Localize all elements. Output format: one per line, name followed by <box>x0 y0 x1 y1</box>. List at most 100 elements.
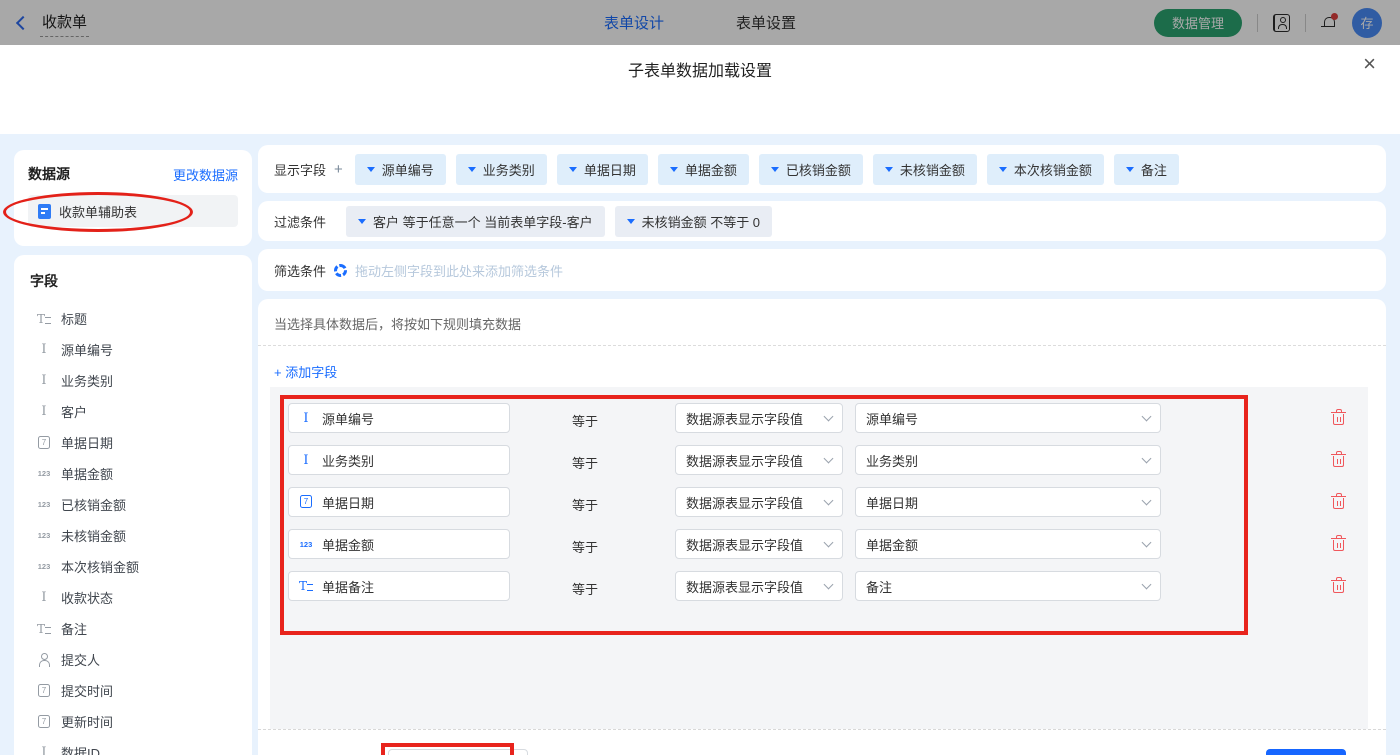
rule-source-dropdown[interactable]: 数据源表显示字段值 <box>675 487 843 517</box>
delete-rule-icon[interactable] <box>1332 452 1345 467</box>
field-type-icon <box>36 652 52 668</box>
tag-label: 源单编号 <box>382 160 434 179</box>
caret-down-icon <box>670 167 678 172</box>
modal-header: 子表单数据加载设置 × <box>0 45 1400 89</box>
display-field-tag[interactable]: 已核销金额 <box>759 154 863 185</box>
rule-field-box[interactable]: 单据金额 <box>288 529 510 559</box>
field-list-item[interactable]: 数据ID <box>30 737 236 755</box>
app-window: 收款单 表单设计 表单设置 数据管理 存 子表单数据加载设置 × 数据源 更改数… <box>0 0 1400 755</box>
display-fields-label: 显示字段 <box>274 160 326 179</box>
field-list-item[interactable]: 标题 <box>30 303 236 334</box>
rule-source-dropdown[interactable]: 数据源表显示字段值 <box>675 403 843 433</box>
field-list-item[interactable]: 未核销金额 <box>30 520 236 551</box>
field-type-icon <box>298 494 314 510</box>
chevron-down-icon <box>824 453 834 463</box>
form-doc-icon <box>38 204 51 219</box>
field-list-item[interactable]: 单据日期 <box>30 427 236 458</box>
rule-target-dropdown[interactable]: 备注 <box>855 571 1161 601</box>
delete-rule-icon[interactable] <box>1332 410 1345 425</box>
field-type-icon <box>36 311 52 327</box>
dropdown-value: 单据金额 <box>866 535 918 554</box>
tab-form-design[interactable]: 表单设计 <box>604 12 664 33</box>
contacts-icon[interactable] <box>1273 14 1290 32</box>
filter-tag[interactable]: 未核销金额 不等于 0 <box>615 206 772 237</box>
rule-target-dropdown[interactable]: 单据日期 <box>855 487 1161 517</box>
field-list-item[interactable]: 客户 <box>30 396 236 427</box>
rule-source-dropdown[interactable]: 数据源表显示字段值 <box>675 571 843 601</box>
chevron-down-icon <box>824 579 834 589</box>
top-navigation-bar: 收款单 表单设计 表单设置 数据管理 存 <box>0 0 1400 45</box>
dropdown-value: 数据源表显示字段值 <box>686 451 803 470</box>
display-field-tag[interactable]: 单据日期 <box>557 154 648 185</box>
rule-field-box[interactable]: 单据日期 <box>288 487 510 517</box>
rule-operator: 等于 <box>572 579 598 598</box>
field-type-icon <box>298 536 314 552</box>
fields-title: 字段 <box>30 271 236 291</box>
field-list-item[interactable]: 单据金额 <box>30 458 236 489</box>
display-field-tag[interactable]: 业务类别 <box>456 154 547 185</box>
field-list-item[interactable]: 提交人 <box>30 644 236 675</box>
display-field-tag[interactable]: 本次核销金额 <box>987 154 1104 185</box>
formula-select[interactable]: 收款明细.源单... <box>388 749 528 755</box>
rules-hint-text: 当选择具体数据后，将按如下规则填充数据 <box>258 299 1386 345</box>
field-list-item[interactable]: 业务类别 <box>30 365 236 396</box>
add-rule-field-link[interactable]: + 添加字段 <box>258 346 353 381</box>
delete-rule-icon[interactable] <box>1332 494 1345 509</box>
field-label: 客户 <box>61 402 87 421</box>
field-list-item[interactable]: 源单编号 <box>30 334 236 365</box>
tag-label: 客户 等于任意一个 当前表单字段-客户 <box>373 212 593 231</box>
rule-source-dropdown[interactable]: 数据源表显示字段值 <box>675 445 843 475</box>
display-field-tag[interactable]: 单据金额 <box>658 154 749 185</box>
rule-source-dropdown[interactable]: 数据源表显示字段值 <box>675 529 843 559</box>
caret-down-icon <box>999 167 1007 172</box>
caret-down-icon <box>468 167 476 172</box>
rule-target-dropdown[interactable]: 业务类别 <box>855 445 1161 475</box>
modal-title: 子表单数据加载设置 <box>0 57 1400 81</box>
filter-tag[interactable]: 客户 等于任意一个 当前表单字段-客户 <box>346 206 605 237</box>
rule-target-dropdown[interactable]: 源单编号 <box>855 403 1161 433</box>
dropdown-value: 数据源表显示字段值 <box>686 577 803 596</box>
fill-rules-card: 当选择具体数据后，将按如下规则填充数据 + 添加字段 源单编号 等于 数据源表显… <box>258 299 1386 755</box>
chevron-down-icon <box>1142 537 1152 547</box>
notification-bell-icon[interactable] <box>1321 15 1337 30</box>
caret-down-icon <box>627 219 635 224</box>
display-fields-row: 显示字段 + 源单编号 业务类别 单据日期 <box>258 145 1386 193</box>
close-icon[interactable]: × <box>1363 53 1376 75</box>
rule-operator: 等于 <box>572 411 598 430</box>
field-label: 单据日期 <box>61 433 113 452</box>
sift-conditions-row[interactable]: 筛选条件 拖动左侧字段到此处来添加筛选条件 <box>258 249 1386 291</box>
save-button[interactable]: 保存 <box>1266 749 1346 755</box>
dropdown-value: 源单编号 <box>866 409 918 428</box>
tab-form-settings[interactable]: 表单设置 <box>736 12 796 33</box>
filter-tags: 客户 等于任意一个 当前表单字段-客户 未核销金额 不等于 0 <box>346 206 772 237</box>
change-datasource-link[interactable]: 更改数据源 <box>173 165 238 184</box>
display-field-tag[interactable]: 未核销金额 <box>873 154 977 185</box>
field-list-item[interactable]: 收款状态 <box>30 582 236 613</box>
rule-field-box[interactable]: 单据备注 <box>288 571 510 601</box>
display-field-tag[interactable]: 备注 <box>1114 154 1179 185</box>
delete-rule-icon[interactable] <box>1332 578 1345 593</box>
field-list-item[interactable]: 备注 <box>30 613 236 644</box>
field-type-icon <box>36 559 52 575</box>
dashed-divider <box>258 345 1386 346</box>
filter-conditions-row: 过滤条件 客户 等于任意一个 当前表单字段-客户 未核销金额 不等于 0 <box>258 201 1386 241</box>
field-list-item[interactable]: 已核销金额 <box>30 489 236 520</box>
rule-field-box[interactable]: 源单编号 <box>288 403 510 433</box>
add-display-field-button[interactable]: + <box>334 161 343 178</box>
rule-target-dropdown[interactable]: 单据金额 <box>855 529 1161 559</box>
rule-field-label: 单据备注 <box>322 577 374 596</box>
field-list-item[interactable]: 更新时间 <box>30 706 236 737</box>
field-list-item[interactable]: 本次核销金额 <box>30 551 236 582</box>
rule-field-box[interactable]: 业务类别 <box>288 445 510 475</box>
sift-drop-placeholder: 拖动左侧字段到此处来添加筛选条件 <box>355 261 563 280</box>
modal-footer: 触发指定公式 收款明细.源单... 数据添加模式: 追加模式 <box>258 735 1386 755</box>
datasource-item[interactable]: 收款单辅助表 <box>28 195 238 227</box>
delete-rule-icon[interactable] <box>1332 536 1345 551</box>
field-list-item[interactable]: 提交时间 <box>30 675 236 706</box>
field-type-icon <box>36 683 52 699</box>
datasource-title: 数据源 <box>28 164 70 184</box>
field-type-icon <box>298 410 314 426</box>
rule-operator: 等于 <box>572 453 598 472</box>
display-field-tag[interactable]: 源单编号 <box>355 154 446 185</box>
rule-field-label: 业务类别 <box>322 451 374 470</box>
